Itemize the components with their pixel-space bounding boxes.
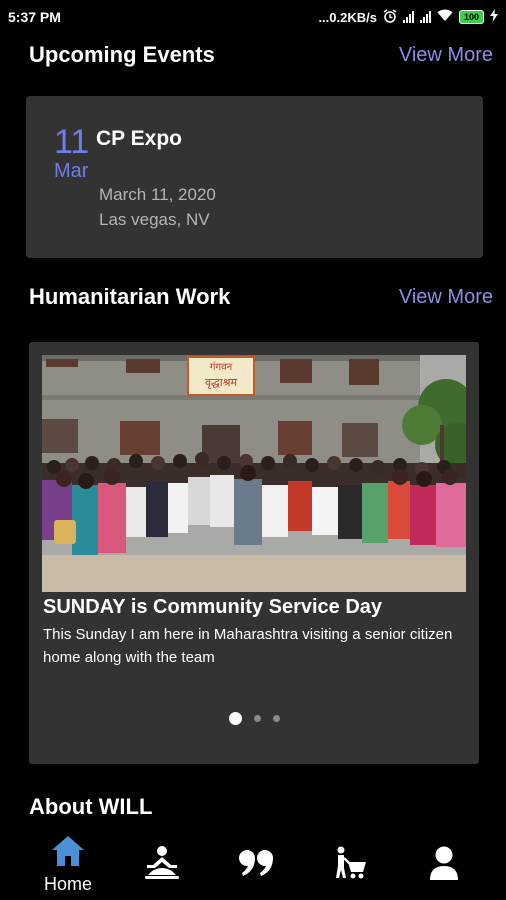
home-icon [50, 835, 86, 872]
event-date: March 11, 2020 [99, 185, 216, 204]
event-day: 11 [54, 123, 90, 161]
bottom-navigation: Home [0, 830, 506, 900]
humanitarian-work-title: Humanitarian Work [29, 284, 231, 309]
signal-icon [402, 11, 414, 23]
battery-icon: 100 [458, 10, 484, 24]
events-view-more-link[interactable]: View More [399, 44, 493, 67]
slide-title: SUNDAY is Community Service Day [43, 596, 383, 618]
charging-icon [490, 9, 498, 25]
status-bar: 5:37 PM ...0.2KB/s 100 [0, 0, 506, 34]
event-title: CP Expo [96, 127, 182, 150]
about-will-title: About WILL [29, 794, 153, 819]
upcoming-events-title: Upcoming Events [29, 42, 215, 67]
nav-home[interactable]: Home [36, 834, 100, 896]
svg-text:वृद्धाश्रम: वृद्धाश्रम [205, 376, 238, 389]
signal-icon [419, 11, 431, 23]
humanitarian-work-header: Humanitarian Work View More [29, 284, 493, 310]
event-location: Las vegas, NV [99, 210, 210, 229]
battery-level: 100 [458, 10, 484, 24]
nav-quotes[interactable] [224, 834, 288, 896]
event-month: Mar [54, 160, 89, 182]
wifi-icon [437, 9, 453, 25]
building-sign-text: गंगवन [210, 361, 233, 373]
carousel-indicator [29, 712, 479, 725]
nav-shop[interactable] [318, 834, 382, 896]
shopping-cart-icon [333, 846, 367, 885]
event-card[interactable]: 11 Mar CP Expo March 11, 2020 Las vegas,… [26, 96, 483, 258]
status-indicators: ...0.2KB/s 100 [318, 8, 498, 26]
quote-icon [238, 849, 274, 882]
network-speed: ...0.2KB/s [318, 9, 377, 25]
carousel-dot[interactable] [272, 715, 280, 722]
slide-description: This Sunday I am here in Maharashtra vis… [43, 626, 453, 666]
carousel-dot[interactable] [253, 715, 261, 722]
humanitarian-carousel[interactable]: गंगवन वृद्धाश्रम SUNDAY is Community Ser… [29, 342, 479, 764]
nav-meditation[interactable] [130, 834, 194, 896]
community-service-photo[interactable]: गंगवन वृद्धाश्रम [42, 355, 466, 592]
nav-profile[interactable] [412, 834, 476, 896]
upcoming-events-header: Upcoming Events View More [29, 42, 493, 68]
nav-home-label: Home [43, 874, 92, 894]
carousel-dot-active[interactable] [228, 712, 242, 725]
meditation-icon [143, 845, 181, 886]
status-time: 5:37 PM [8, 9, 61, 25]
humanitarian-view-more-link[interactable]: View More [399, 286, 493, 309]
alarm-icon [383, 8, 397, 26]
profile-icon [429, 846, 459, 885]
